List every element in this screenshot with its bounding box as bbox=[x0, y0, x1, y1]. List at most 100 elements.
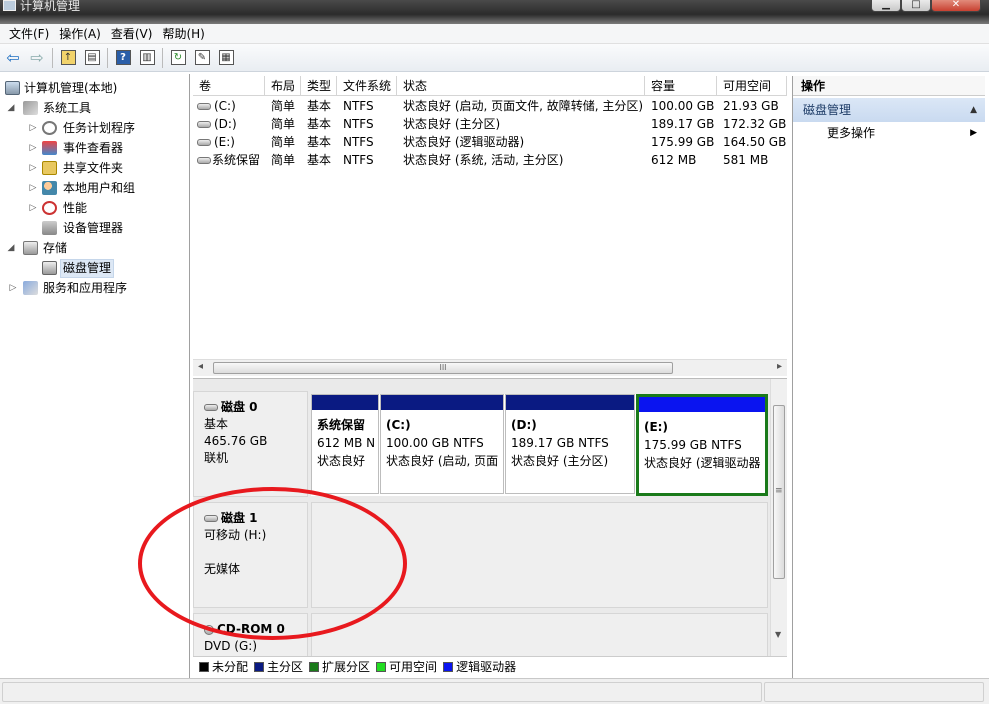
primary-partition-bar bbox=[506, 395, 634, 410]
minimize-button[interactable]: ▁ bbox=[871, 0, 901, 12]
refresh-icon[interactable]: ↻ bbox=[167, 47, 189, 69]
tree-item-disk-management[interactable]: 磁盘管理 bbox=[0, 258, 189, 278]
maximize-button[interactable]: □ bbox=[901, 0, 931, 12]
tree-item-event-viewer[interactable]: ▷ 事件查看器 bbox=[0, 138, 189, 158]
column-header-layout[interactable]: 布局 bbox=[265, 76, 301, 96]
type-cell: 基本 bbox=[307, 99, 332, 113]
tree-item-root[interactable]: 计算机管理(本地) bbox=[0, 78, 189, 98]
menu-file[interactable]: 文件(F) bbox=[4, 24, 54, 43]
column-header-type[interactable]: 类型 bbox=[301, 76, 337, 96]
legend-label: 扩展分区 bbox=[322, 660, 371, 674]
expand-arrow-icon[interactable]: ▷ bbox=[8, 278, 18, 298]
scroll-left-icon[interactable]: ◂ bbox=[198, 361, 203, 372]
tree-item-local-users[interactable]: ▷ 本地用户和组 bbox=[0, 178, 189, 198]
partition-status: 状态良好 (主分区) bbox=[511, 454, 609, 468]
back-arrow-icon[interactable]: ⇦ bbox=[2, 47, 24, 69]
storage-icon bbox=[23, 241, 38, 255]
volume-name: (E:) bbox=[214, 135, 235, 149]
expand-arrow-icon[interactable]: ▷ bbox=[28, 138, 38, 158]
table-row[interactable]: (C:) 简单 基本 NTFS 状态良好 (启动, 页面文件, 故障转储, 主分… bbox=[193, 97, 787, 115]
legend-swatch bbox=[254, 661, 265, 672]
vertical-scrollbar[interactable]: ≡ ▼ bbox=[770, 379, 787, 663]
submenu-arrow-icon: ▶ bbox=[970, 128, 977, 138]
show-tree-icon[interactable]: ▤ bbox=[81, 47, 103, 69]
capacity-cell: 612 MB bbox=[651, 153, 697, 167]
column-header-capacity[interactable]: 容量 bbox=[645, 76, 717, 96]
volume-icon bbox=[197, 157, 211, 164]
table-row[interactable]: (D:) 简单 基本 NTFS 状态良好 (主分区) 189.17 GB 172… bbox=[193, 115, 787, 133]
properties-icon[interactable]: ✎ bbox=[191, 47, 213, 69]
status-cell: 状态良好 (主分区) bbox=[403, 117, 501, 131]
menu-view[interactable]: 查看(V) bbox=[106, 24, 158, 43]
column-header-volume[interactable]: 卷 bbox=[193, 76, 265, 96]
clock-icon bbox=[42, 121, 57, 135]
disk-0-partitions: 系统保留 612 MB N 状态良好 (C:) 100.00 GB NTFS 状… bbox=[311, 394, 768, 496]
volume-cell: (D:) bbox=[193, 115, 265, 133]
legend-extended: 扩展分区 bbox=[309, 658, 370, 675]
horizontal-scrollbar[interactable]: ◂ III ▸ bbox=[193, 359, 787, 376]
collapse-up-icon[interactable]: ▲ bbox=[970, 98, 977, 122]
more-actions-item[interactable]: 更多操作 ▶ bbox=[793, 122, 985, 144]
scroll-thumb[interactable]: ≡ bbox=[773, 405, 785, 579]
menu-help[interactable]: 帮助(H) bbox=[157, 24, 209, 43]
legend-primary: 主分区 bbox=[254, 658, 303, 675]
scroll-right-icon[interactable]: ▸ bbox=[777, 361, 782, 372]
status-segment bbox=[764, 682, 984, 702]
partition-legend: 未分配 主分区 扩展分区 可用空间 逻辑驱动器 bbox=[193, 656, 787, 676]
table-row[interactable]: (E:) 简单 基本 NTFS 状态良好 (逻辑驱动器) 175.99 GB 1… bbox=[193, 133, 787, 151]
disk-0-label[interactable]: 磁盘 0 基本 465.76 GB 联机 bbox=[193, 391, 308, 497]
tree-item-system-tools[interactable]: ◢ 系统工具 bbox=[0, 98, 189, 118]
tree-item-storage[interactable]: ◢ 存储 bbox=[0, 238, 189, 258]
disk-settings-icon[interactable]: ▦ bbox=[215, 47, 237, 69]
services-icon bbox=[23, 281, 38, 295]
tree-item-performance[interactable]: ▷ 性能 bbox=[0, 198, 189, 218]
filesystem-cell: NTFS bbox=[343, 99, 374, 113]
expand-arrow-icon[interactable]: ▷ bbox=[28, 158, 38, 178]
free-space-cell: 164.50 GB bbox=[723, 135, 787, 149]
partition-info: (C:) 100.00 GB NTFS 状态良好 (启动, 页面 bbox=[386, 416, 501, 470]
capacity-cell: 189.17 GB bbox=[651, 117, 715, 131]
expand-arrow-icon[interactable]: ▷ bbox=[28, 198, 38, 218]
tree-item-device-manager[interactable]: 设备管理器 bbox=[0, 218, 189, 238]
partition-e[interactable]: (E:) 175.99 GB NTFS 状态良好 (逻辑驱动器 bbox=[636, 394, 768, 496]
menu-action[interactable]: 操作(A) bbox=[54, 24, 106, 43]
tree-item-task-scheduler[interactable]: ▷ 任务计划程序 bbox=[0, 118, 189, 138]
collapse-arrow-icon[interactable]: ◢ bbox=[6, 238, 16, 258]
partition-status: 状态良好 bbox=[317, 454, 366, 468]
status-segment bbox=[2, 682, 762, 702]
column-header-free-space[interactable]: 可用空间 bbox=[717, 76, 787, 96]
partition-system-reserved[interactable]: 系统保留 612 MB N 状态良好 bbox=[311, 394, 379, 494]
partition-name: (E:) bbox=[644, 420, 668, 434]
volume-icon bbox=[197, 139, 211, 146]
help-icon[interactable]: ? bbox=[112, 47, 134, 69]
partition-size: 612 MB N bbox=[317, 436, 376, 450]
column-header-filesystem[interactable]: 文件系统 bbox=[337, 76, 397, 96]
partition-name: (D:) bbox=[511, 418, 537, 432]
collapse-arrow-icon[interactable]: ◢ bbox=[6, 98, 16, 118]
partition-d[interactable]: (D:) 189.17 GB NTFS 状态良好 (主分区) bbox=[505, 394, 635, 494]
tree-item-services-apps[interactable]: ▷ 服务和应用程序 bbox=[0, 278, 189, 298]
filesystem-cell: NTFS bbox=[343, 153, 374, 167]
scroll-down-icon[interactable]: ▼ bbox=[775, 630, 781, 639]
up-folder-icon[interactable]: ↑ bbox=[57, 47, 79, 69]
legend-label: 未分配 bbox=[212, 660, 249, 674]
forward-arrow-icon[interactable]: ⇨ bbox=[26, 47, 48, 69]
free-space-cell: 581 MB bbox=[723, 153, 769, 167]
device-manager-icon bbox=[42, 221, 57, 235]
actions-section-disk-management[interactable]: 磁盘管理 ▲ bbox=[793, 98, 985, 122]
column-header-status[interactable]: 状态 bbox=[397, 76, 645, 96]
expand-arrow-icon[interactable]: ▷ bbox=[28, 178, 38, 198]
show-action-pane-icon[interactable]: ▥ bbox=[136, 47, 158, 69]
scroll-thumb[interactable]: III bbox=[213, 362, 673, 374]
volume-name: (D:) bbox=[214, 117, 237, 131]
tree-item-shared-folders[interactable]: ▷ 共享文件夹 bbox=[0, 158, 189, 178]
table-row[interactable]: 系统保留 简单 基本 NTFS 状态良好 (系统, 活动, 主分区) 612 M… bbox=[193, 151, 787, 169]
volume-cell: (E:) bbox=[193, 133, 265, 151]
volume-list-header: 卷 布局 类型 文件系统 状态 容量 可用空间 bbox=[193, 76, 787, 96]
layout-cell: 简单 bbox=[271, 135, 296, 149]
partition-c[interactable]: (C:) 100.00 GB NTFS 状态良好 (启动, 页面 bbox=[380, 394, 504, 494]
scroll-grip: ≡ bbox=[775, 486, 783, 496]
partition-name: (C:) bbox=[386, 418, 411, 432]
expand-arrow-icon[interactable]: ▷ bbox=[28, 118, 38, 138]
close-button[interactable]: ✕ bbox=[931, 0, 981, 12]
